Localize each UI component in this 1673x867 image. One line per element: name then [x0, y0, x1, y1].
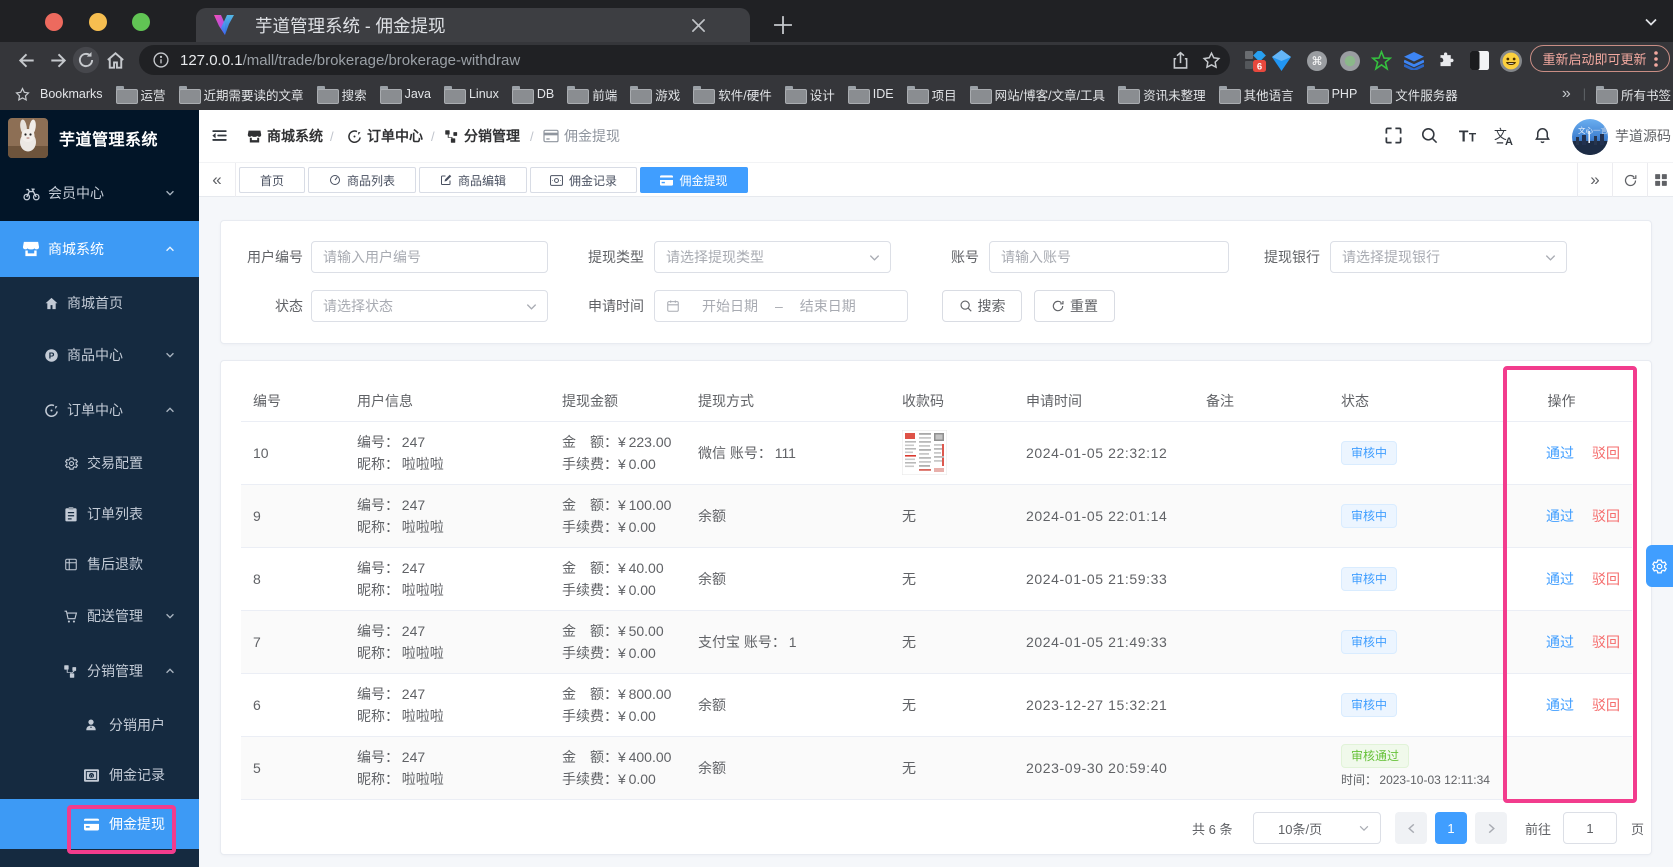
svg-text:文心: 文心: [1578, 125, 1594, 136]
svg-text:一言: 一言: [1593, 125, 1608, 136]
svg-text:0: 0: [90, 773, 93, 778]
svg-text:P: P: [49, 350, 55, 360]
svg-text:T: T: [1459, 129, 1469, 146]
svg-text:A: A: [1505, 136, 1513, 147]
svg-text:6: 6: [1257, 62, 1262, 72]
svg-text:T: T: [1469, 131, 1477, 145]
svg-text:⌘: ⌘: [1311, 55, 1323, 68]
